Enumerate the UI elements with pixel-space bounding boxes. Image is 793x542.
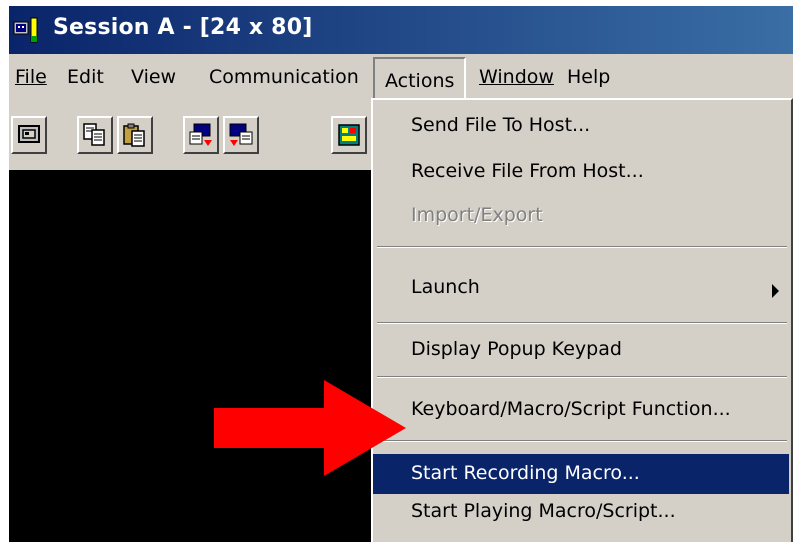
title-bar[interactable]: Session A - [24 x 80] xyxy=(9,6,793,54)
paste-button[interactable] xyxy=(117,116,153,154)
copy-button[interactable] xyxy=(77,116,113,154)
screen-button[interactable] xyxy=(11,116,47,154)
menu-item-start-recording[interactable]: Start Recording Macro... xyxy=(373,454,789,494)
copy-icon xyxy=(83,123,105,146)
menu-item-receive-file[interactable]: Receive File From Host... xyxy=(373,160,789,192)
menu-window[interactable]: Window xyxy=(479,66,554,88)
menu-item-receive-file-label: Receive File From Host... xyxy=(411,160,644,182)
paste-icon xyxy=(123,123,145,147)
menu-item-display-keypad[interactable]: Display Popup Keypad xyxy=(373,338,789,370)
menu-separator xyxy=(377,322,787,324)
menu-window-label: Window xyxy=(479,66,554,88)
menu-help[interactable]: Help xyxy=(567,66,610,88)
submenu-arrow-icon xyxy=(772,284,779,298)
window-title: Session A - [24 x 80] xyxy=(53,15,313,40)
menu-separator xyxy=(377,440,787,442)
receive-file-icon xyxy=(229,123,253,146)
menu-edit[interactable]: Edit xyxy=(67,66,104,88)
menu-file[interactable]: File xyxy=(15,66,47,88)
actions-dropdown-menu: Send File To Host... Receive File From H… xyxy=(371,98,793,542)
menu-item-send-file-label: Send File To Host... xyxy=(411,114,591,136)
menu-item-start-recording-label: Start Recording Macro... xyxy=(411,462,640,484)
keypad-icon xyxy=(338,124,360,146)
send-file-icon xyxy=(189,123,212,146)
keypad-button[interactable] xyxy=(331,116,367,154)
menu-item-import-export: Import/Export xyxy=(373,204,789,236)
menu-item-start-playing-label: Start Playing Macro/Script... xyxy=(411,500,676,522)
menu-item-start-playing[interactable]: Start Playing Macro/Script... xyxy=(373,500,789,532)
menu-item-keyboard-macro[interactable]: Keyboard/Macro/Script Function... xyxy=(373,398,789,430)
menu-communication[interactable]: Communication xyxy=(209,66,359,88)
red-pointer-arrow xyxy=(214,380,406,476)
menu-item-launch-label: Launch xyxy=(411,276,480,298)
menu-view[interactable]: View xyxy=(131,66,176,88)
send-file-button[interactable] xyxy=(183,116,219,154)
menu-edit-label: Edit xyxy=(67,66,104,88)
session-app-icon xyxy=(13,16,53,44)
menu-separator xyxy=(377,376,787,378)
receive-file-button[interactable] xyxy=(223,116,259,154)
menu-view-label: View xyxy=(131,66,177,88)
menu-actions[interactable]: Actions xyxy=(373,57,467,101)
menu-communication-label: Communication xyxy=(209,66,359,88)
menu-item-keyboard-macro-label: Keyboard/Macro/Script Function... xyxy=(411,398,731,420)
screen-icon xyxy=(18,125,40,143)
menu-item-send-file[interactable]: Send File To Host... xyxy=(373,114,789,146)
menu-help-label: Help xyxy=(567,66,611,88)
menu-file-label: File xyxy=(15,66,47,88)
menu-item-import-export-label: Import/Export xyxy=(411,204,543,226)
menu-separator xyxy=(377,246,787,248)
menu-item-display-keypad-label: Display Popup Keypad xyxy=(411,338,622,360)
menu-item-launch[interactable]: Launch xyxy=(373,270,789,310)
menu-actions-label: Actions xyxy=(385,70,455,92)
